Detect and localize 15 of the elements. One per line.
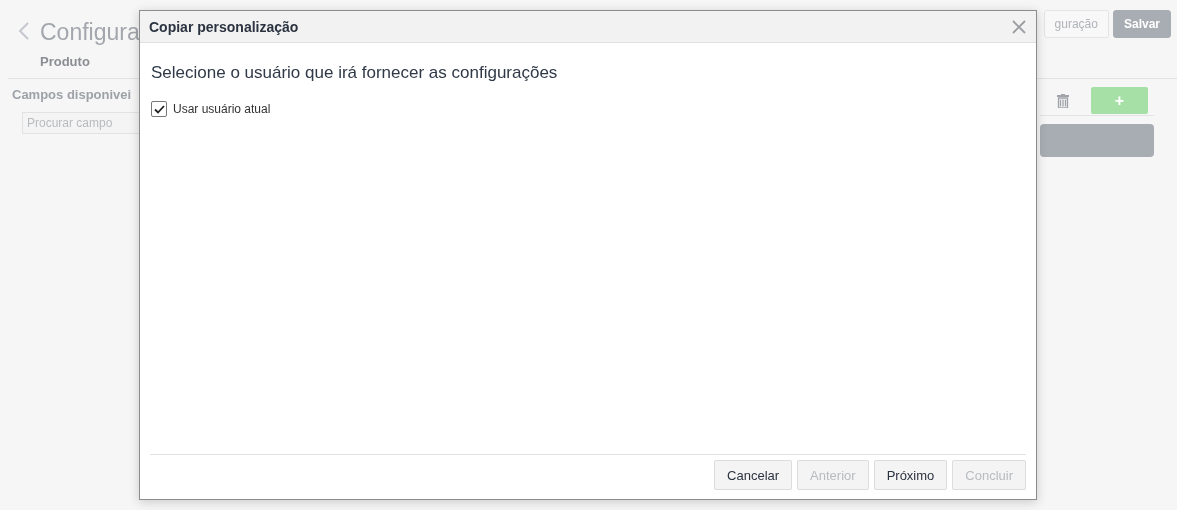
footer-button[interactable]: Cancelar <box>714 460 793 490</box>
checkbox-label: Usar usuário atual <box>173 102 271 116</box>
footer-button[interactable]: Próximo <box>873 460 948 490</box>
dialog-heading: Selecione o usuário que irá fornecer as configurações <box>151 63 558 83</box>
page-title: Configura <box>40 18 140 46</box>
close-icon[interactable] <box>1012 19 1026 34</box>
add-button[interactable]: + <box>1091 87 1148 114</box>
section-title: Campos disponivei <box>12 87 133 102</box>
configuration-button[interactable]: guração <box>1043 10 1109 38</box>
checkbox[interactable] <box>151 101 167 117</box>
trash-icon[interactable] <box>1057 93 1069 108</box>
back-icon[interactable] <box>18 21 30 41</box>
dialog-title: Copiar personalização <box>149 18 299 35</box>
save-button[interactable]: Salvar <box>1112 10 1171 38</box>
page-subtitle: Produto <box>40 54 91 69</box>
